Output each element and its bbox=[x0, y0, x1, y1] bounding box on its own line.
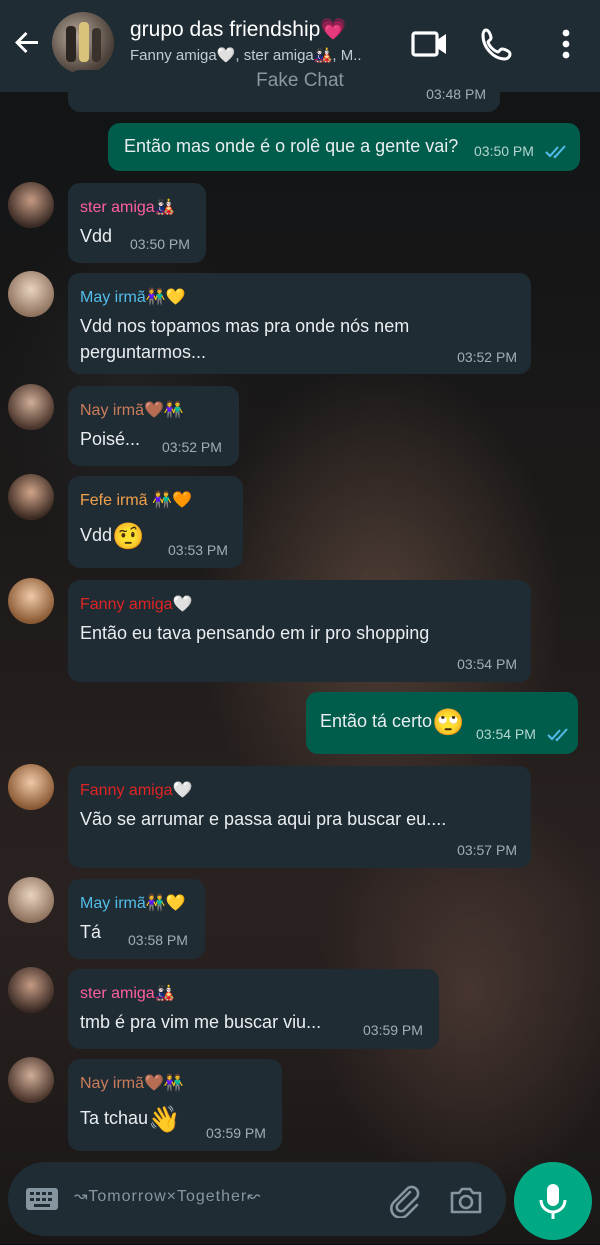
fake-chat-watermark: Fake Chat bbox=[256, 70, 344, 91]
eye-roll-emoji-icon: 🙄 bbox=[432, 707, 465, 738]
message-time: 03:59 PM bbox=[206, 1125, 266, 1141]
avatar[interactable] bbox=[8, 384, 54, 430]
message-text-line: Vdd nos topamos mas pra onde nós nem bbox=[80, 316, 410, 336]
message-time-text: 03:50 PM bbox=[474, 143, 534, 159]
mic-icon bbox=[539, 1184, 567, 1219]
message-time: 03:54 PM bbox=[457, 656, 517, 672]
avatar[interactable] bbox=[8, 271, 54, 317]
chat-subtitle[interactable]: Fanny amiga🤍, ster amiga🎎, M.. bbox=[130, 46, 386, 64]
message-time: 03:52 PM bbox=[162, 439, 222, 455]
message-bubble[interactable]: ster amiga🎎 tmb é pra vim me buscar viu.… bbox=[68, 969, 439, 1049]
message-text-body: Vdd bbox=[80, 525, 113, 545]
avatar[interactable] bbox=[8, 1057, 54, 1103]
avatar[interactable] bbox=[8, 578, 54, 624]
message-bubble[interactable]: Fefe irmã 👫🧡 Vdd🤨 03:53 PM bbox=[68, 476, 243, 568]
message-bubble[interactable]: Fanny amiga🤍 Vão se arrumar e passa aqui… bbox=[68, 766, 531, 868]
mic-button[interactable] bbox=[514, 1162, 592, 1240]
message-text: Vdd bbox=[80, 226, 113, 246]
avatar[interactable] bbox=[8, 967, 54, 1013]
waving-hand-emoji-icon: 👋 bbox=[148, 1104, 181, 1135]
message-bubble[interactable]: Fanny amiga🤍 Então eu tava pensando em i… bbox=[68, 580, 531, 682]
video-call-icon bbox=[411, 31, 446, 57]
message-bubble-outgoing[interactable]: Então tá certo🙄 03:54 PM bbox=[306, 692, 578, 754]
keyboard-icon bbox=[26, 1188, 58, 1210]
back-button[interactable] bbox=[10, 24, 46, 60]
attach-icon bbox=[390, 1185, 420, 1219]
message-time: 03:53 PM bbox=[168, 542, 228, 558]
message-text: Então mas onde é o rolê que a gente vai? bbox=[124, 136, 459, 156]
camera-icon bbox=[450, 1187, 482, 1214]
message-text: Então eu tava pensando em ir pro shoppin… bbox=[80, 623, 430, 643]
message-time: 03:50 PM bbox=[474, 143, 570, 160]
avatar[interactable] bbox=[8, 877, 54, 923]
sender-name: Fefe irmã 👫🧡 bbox=[80, 492, 192, 509]
message-text: Tá bbox=[80, 922, 102, 942]
sender-name: Nay irmã🤎👫 bbox=[80, 402, 184, 419]
sender-name: May irmã👫💛 bbox=[80, 895, 186, 912]
voice-call-button[interactable] bbox=[478, 24, 518, 64]
raised-eyebrow-emoji-icon: 🤨 bbox=[112, 521, 145, 552]
message-bubble[interactable]: May irmã👫💛 Tá 03:58 PM bbox=[68, 879, 205, 959]
message-text-body: Ta tchau bbox=[80, 1108, 149, 1128]
video-call-button[interactable] bbox=[410, 24, 450, 64]
message-text: Vão se arrumar e passa aqui pra buscar e… bbox=[80, 809, 447, 829]
message-text: Então tá certo🙄 bbox=[320, 708, 464, 735]
message-bubble[interactable]: May irmã👫💛 Vdd nos topamos mas pra onde … bbox=[68, 273, 531, 374]
message-input[interactable]: ↝Tomorrow×Together↜ bbox=[74, 1186, 262, 1206]
message-time: 03:58 PM bbox=[128, 932, 188, 948]
group-avatar[interactable] bbox=[52, 12, 114, 74]
message-text: Ta tchau👋 bbox=[80, 1105, 180, 1132]
message-bubble[interactable]: Nay irmã🤎👫 Poisé... 03:52 PM bbox=[68, 386, 239, 466]
sender-name: ster amiga🎎 bbox=[80, 985, 175, 1002]
message-bubble-outgoing[interactable]: Então mas onde é o rolê que a gente vai?… bbox=[108, 123, 580, 171]
message-time: 03:50 PM bbox=[130, 236, 190, 252]
sender-name: ster amiga🎎 bbox=[80, 199, 175, 216]
message-time: 03:57 PM bbox=[457, 842, 517, 858]
message-text: Poisé... bbox=[80, 429, 141, 449]
message-time: 03:54 PM bbox=[476, 726, 572, 743]
keyboard-button[interactable] bbox=[24, 1184, 60, 1214]
avatar[interactable] bbox=[8, 474, 54, 520]
message-text-body: Então tá certo bbox=[320, 711, 433, 731]
message-text-line: perguntarmos... bbox=[80, 342, 207, 362]
message-composer: ↝Tomorrow×Together↜ bbox=[8, 1162, 506, 1236]
more-options-button[interactable] bbox=[546, 24, 586, 64]
avatar[interactable] bbox=[8, 764, 54, 810]
message-time-text: 03:54 PM bbox=[476, 726, 536, 742]
chat-title[interactable]: grupo das friendship💗 bbox=[130, 18, 346, 42]
double-tick-icon bbox=[545, 145, 566, 159]
sender-name: Fanny amiga🤍 bbox=[80, 596, 193, 613]
sender-name: Fanny amiga🤍 bbox=[80, 782, 193, 799]
sender-name: May irmã👫💛 bbox=[80, 289, 186, 306]
double-tick-icon bbox=[547, 728, 568, 742]
more-vert-icon bbox=[562, 29, 570, 59]
message-bubble[interactable]: ster amiga🎎 Vdd 03:50 PM bbox=[68, 183, 206, 263]
avatar[interactable] bbox=[8, 182, 54, 228]
message-time: 03:52 PM bbox=[457, 349, 517, 365]
message-text: Vdd🤨 bbox=[80, 522, 144, 549]
sender-name: Nay irmã🤎👫 bbox=[80, 1075, 184, 1092]
camera-button[interactable] bbox=[448, 1182, 484, 1218]
phone-icon bbox=[481, 28, 512, 61]
attach-button[interactable] bbox=[386, 1182, 422, 1219]
message-time: 03:59 PM bbox=[363, 1022, 423, 1038]
message-text: tmb é pra vim me buscar viu... bbox=[80, 1012, 322, 1032]
message-bubble[interactable]: Nay irmã🤎👫 Ta tchau👋 03:59 PM bbox=[68, 1059, 282, 1151]
back-arrow-icon bbox=[15, 32, 38, 53]
